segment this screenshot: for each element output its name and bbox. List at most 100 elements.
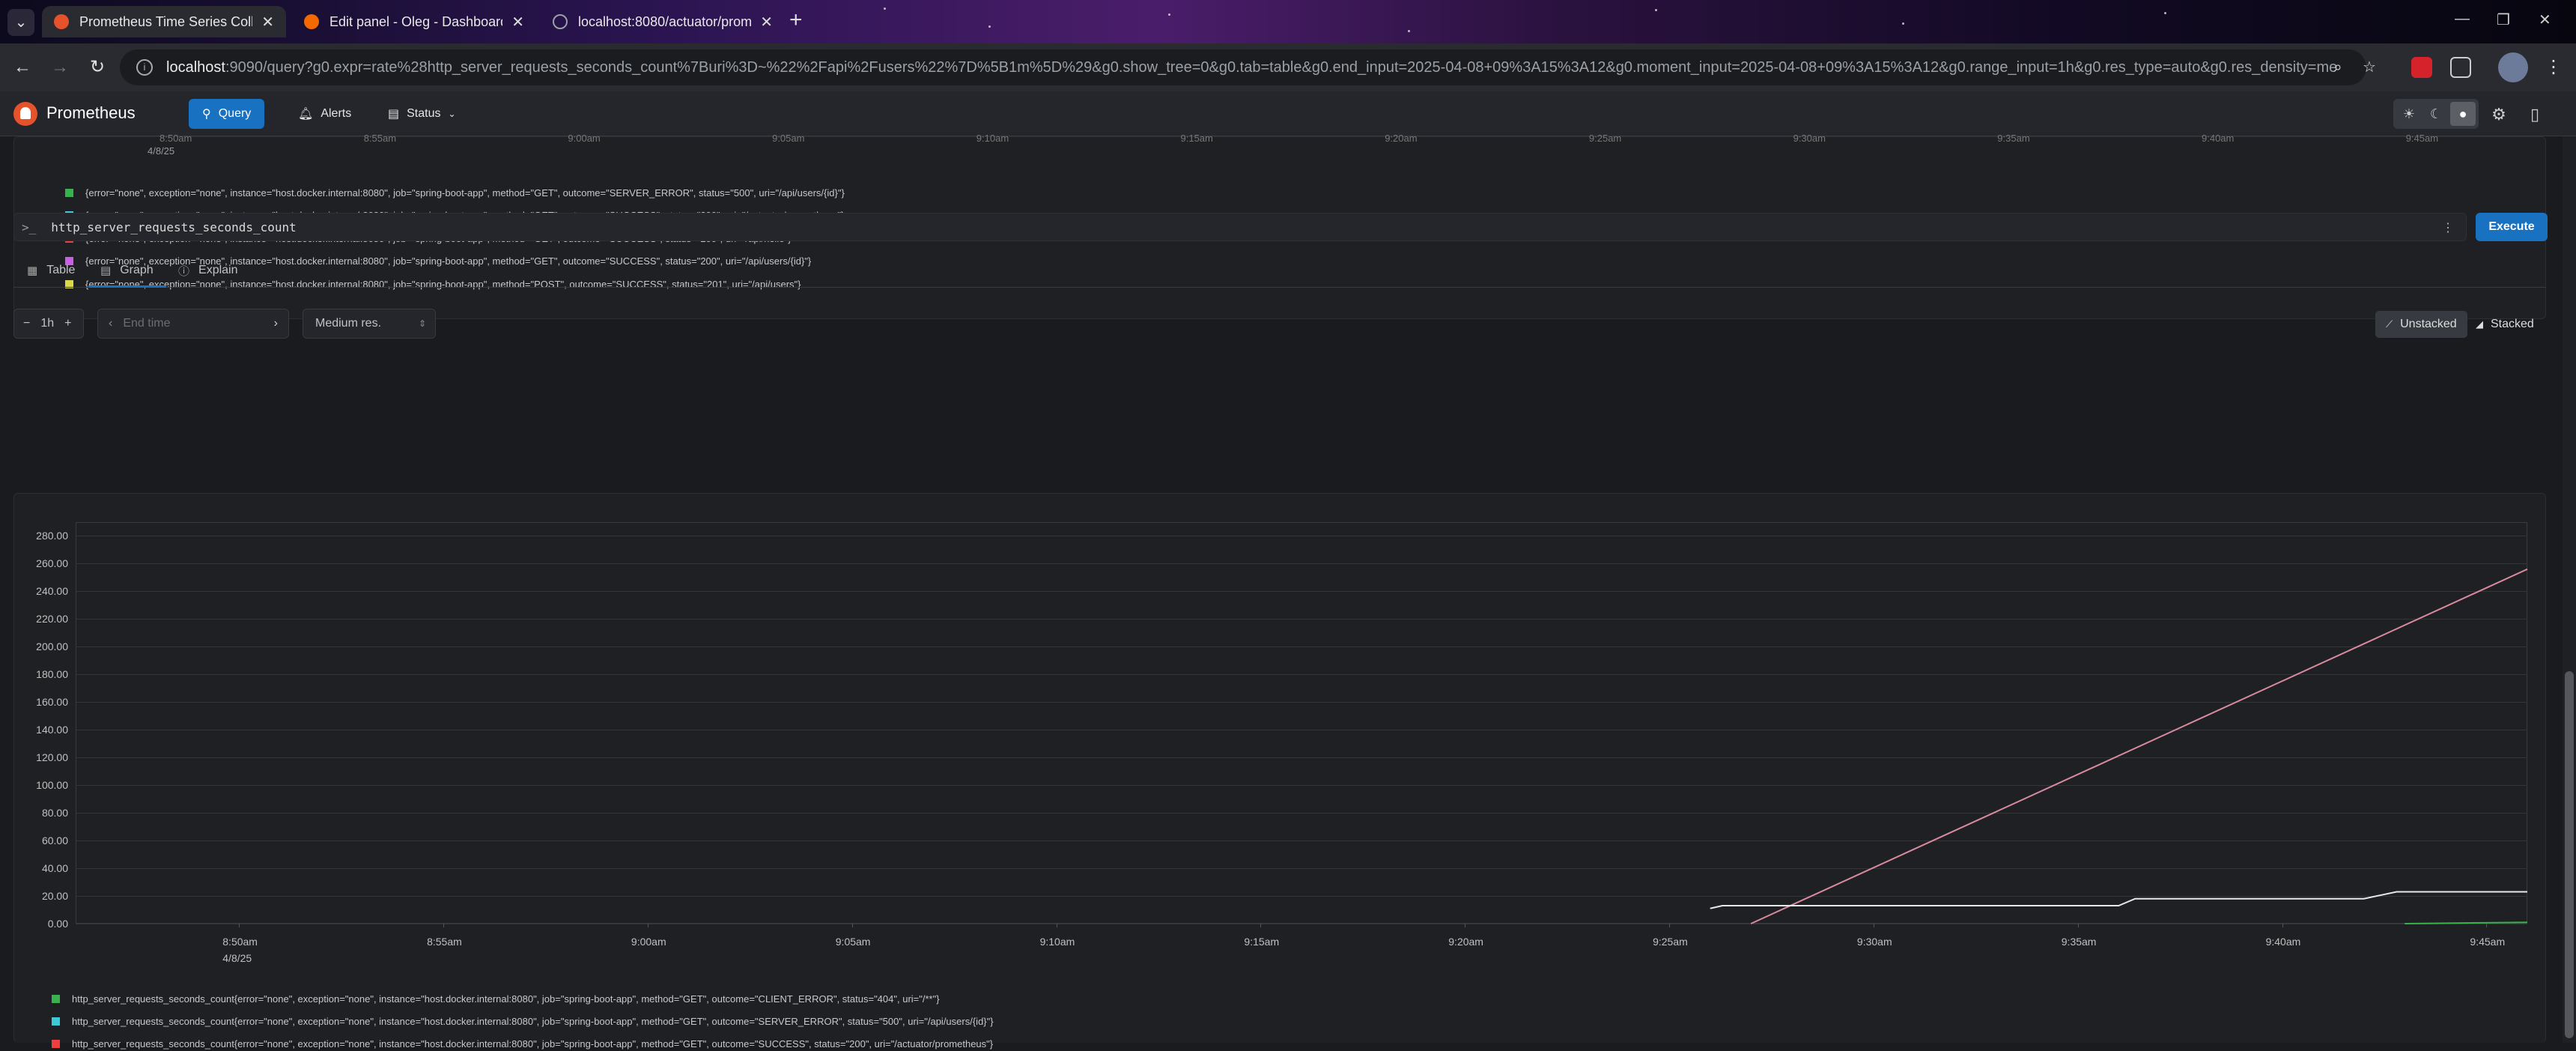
legend-item: http_server_requests_seconds_count{error…	[52, 991, 940, 1006]
tab-table[interactable]: ▦ Table	[27, 259, 75, 282]
series-line[interactable]	[2405, 921, 2528, 924]
browser-toolbar: ← → ↻ i localhost:9090/query?g0.expr=rat…	[0, 43, 2576, 91]
profile-avatar[interactable]	[2498, 52, 2528, 82]
resolution-select[interactable]: Medium res. ⇕	[303, 309, 436, 339]
close-tab-icon[interactable]: ✕	[502, 13, 524, 31]
browser-tab-strip: ⌄ Prometheus Time Series Collect ✕ Edit …	[0, 0, 2576, 43]
nav-query[interactable]: ⚲ Query	[189, 99, 265, 129]
browser-menu-icon[interactable]: ⋮	[2540, 54, 2567, 81]
extension-icon[interactable]	[2411, 57, 2432, 78]
legend-item: {error="none", exception="none", instanc…	[65, 276, 801, 291]
active-tab-indicator	[88, 285, 166, 288]
table-icon: ▦	[27, 264, 38, 277]
chevron-down-icon: ⌄	[448, 109, 456, 119]
legend-item: {error="none", exception="none", instanc…	[65, 185, 845, 200]
maximize-icon[interactable]: ❐	[2497, 10, 2510, 29]
graph-panel: 0.00 20.00 40.00 60.00 80.00 100.00 120.00 140.…	[13, 493, 2547, 1050]
close-window-icon[interactable]: ✕	[2539, 10, 2551, 29]
tab-table-label: Table	[46, 264, 76, 276]
unstacked-button[interactable]: ⟋ Unstacked	[2375, 311, 2467, 338]
tab-divider	[13, 287, 2546, 288]
x-tick-label: 8:50am	[160, 133, 192, 144]
forward-arrow-icon[interactable]: →	[46, 54, 73, 81]
nav-status[interactable]: ▤ Status ⌄	[374, 99, 470, 129]
expression-input[interactable]: >_ http_server_requests_seconds_count ⋮	[13, 213, 2467, 241]
select-arrows-icon: ⇕	[418, 318, 426, 329]
new-tab-button[interactable]: +	[789, 9, 803, 31]
minimize-icon[interactable]: —	[2455, 10, 2470, 28]
theme-toggle[interactable]: ☀ ☾ ●	[2393, 99, 2479, 129]
browser-tab-prometheus[interactable]: Prometheus Time Series Collect ✕	[42, 6, 286, 37]
nav-status-label: Status	[407, 107, 441, 120]
tab-graph[interactable]: ▤ Graph	[100, 259, 154, 282]
tab-title: Prometheus Time Series Collect	[79, 13, 253, 29]
browser-tab-grafana[interactable]: Edit panel - Oleg - Dashboards ✕	[292, 6, 536, 37]
legend-label: http_server_requests_seconds_count{error…	[72, 1038, 994, 1050]
legend-swatch	[65, 188, 73, 197]
background-star	[1655, 9, 1657, 11]
time-series-chart[interactable]: 0.00 20.00 40.00 60.00 80.00 100.00 120.00 140.…	[14, 494, 2547, 1050]
background-star	[1168, 13, 1170, 16]
expression-text: http_server_requests_seconds_count	[51, 219, 297, 234]
range-increase-button[interactable]: +	[64, 317, 71, 330]
nav-alerts-label: Alerts	[321, 107, 352, 120]
legend-swatch	[52, 1039, 60, 1048]
tab-search-button[interactable]: ⌄	[7, 9, 34, 36]
tab-explain-label: Explain	[198, 264, 238, 276]
prometheus-header: Prometheus ⚲ Query 🔔︎ Alerts ▤ Status ⌄	[0, 91, 2576, 136]
legend-swatch	[52, 994, 60, 1003]
x-tick-label: 8:55am	[363, 133, 397, 144]
stacked-button[interactable]: ◢ Stacked	[2465, 311, 2545, 338]
range-control: − 1h +	[13, 309, 84, 339]
zoom-icon[interactable]: ⌕	[2324, 54, 2351, 81]
x-tick-label: 9:40am	[2202, 133, 2235, 144]
legend-item: {error="none", exception="none", instanc…	[65, 254, 811, 269]
close-tab-icon[interactable]: ✕	[252, 13, 274, 31]
more-options-icon[interactable]: ⋮	[2442, 220, 2454, 234]
info-circle-icon: ⓘ	[178, 264, 190, 278]
x-tick-label: 9:30am	[1793, 133, 1826, 144]
tab-graph-label: Graph	[120, 264, 154, 276]
chevron-left-icon[interactable]: ‹	[109, 317, 112, 330]
close-tab-icon[interactable]: ✕	[751, 13, 773, 31]
nav-alerts[interactable]: 🔔︎ Alerts	[285, 99, 365, 129]
server-icon: ▤	[388, 108, 400, 121]
prompt-icon: >_	[22, 219, 37, 234]
chevron-right-icon[interactable]: ›	[274, 317, 278, 330]
range-decrease-button[interactable]: −	[23, 317, 30, 330]
address-bar[interactable]: i localhost:9090/query?g0.expr=rate%28ht…	[120, 49, 2366, 85]
legend-label: {error="none", exception="none", instanc…	[85, 187, 845, 199]
series-line[interactable]	[1750, 568, 2528, 924]
moon-icon[interactable]: ☾	[2423, 102, 2449, 126]
user-theme-icon[interactable]: ●	[2450, 102, 2476, 126]
book-icon[interactable]: ▯	[2524, 103, 2546, 126]
series-line[interactable]	[1710, 891, 2527, 909]
app-title: Prometheus	[46, 103, 136, 122]
scrollbar-thumb[interactable]	[2565, 671, 2574, 1038]
background-star	[1408, 30, 1410, 32]
graph-icon: ▤	[100, 264, 112, 277]
site-info-icon[interactable]: i	[136, 59, 153, 76]
background-star	[1902, 22, 1904, 25]
x-tick-label: 9:05am	[772, 133, 805, 144]
resolution-value: Medium res.	[315, 317, 382, 330]
grafana-favicon-icon	[304, 14, 319, 29]
area-chart-icon: ◢	[2476, 318, 2483, 330]
line-chart-icon: ⟋	[2386, 318, 2393, 330]
back-arrow-icon[interactable]: ←	[9, 54, 36, 81]
background-star	[2164, 12, 2166, 14]
background-star	[884, 7, 886, 10]
extensions-puzzle-icon[interactable]	[2450, 57, 2471, 78]
bookmark-star-icon[interactable]: ☆	[2356, 54, 2383, 81]
tab-explain[interactable]: ⓘ Explain	[178, 259, 238, 282]
reload-icon[interactable]: ↻	[84, 54, 111, 81]
browser-tab-actuator[interactable]: localhost:8080/actuator/prome ✕	[541, 6, 785, 37]
range-value[interactable]: 1h	[40, 317, 54, 330]
settings-gear-icon[interactable]: ⚙	[2488, 103, 2510, 126]
end-time-input[interactable]: End time	[123, 317, 170, 330]
x-tick-label: 9:10am	[976, 133, 1009, 144]
globe-icon	[553, 14, 568, 29]
nav-query-label: Query	[218, 107, 252, 120]
sun-icon[interactable]: ☀	[2396, 102, 2422, 126]
execute-button[interactable]: Execute	[2476, 213, 2548, 241]
